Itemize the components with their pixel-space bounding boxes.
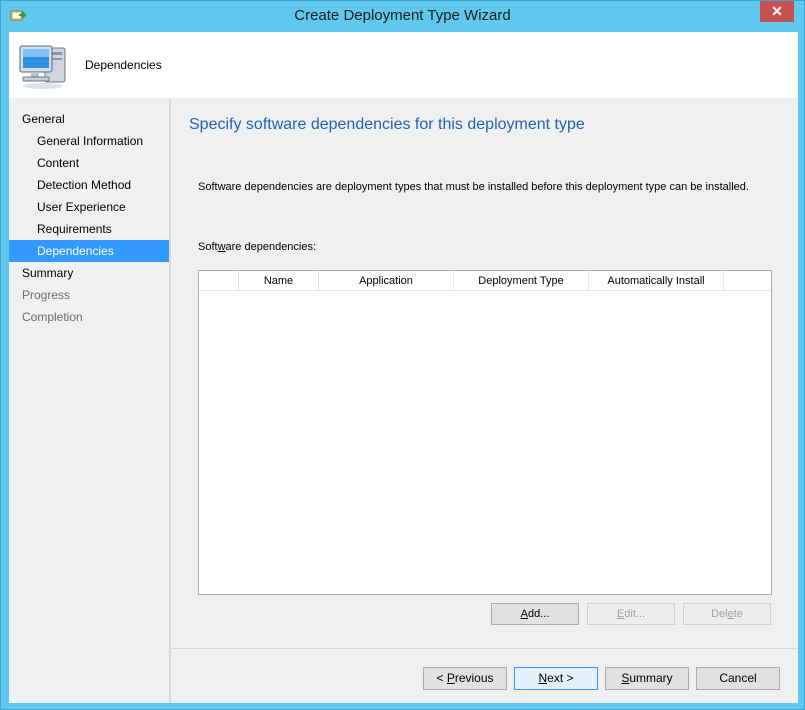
column-header-name[interactable]: Name bbox=[239, 271, 319, 291]
dependencies-list[interactable]: Name Application Deployment Type Automat… bbox=[198, 270, 772, 595]
next-button[interactable]: Next > bbox=[514, 667, 598, 690]
nav-item-dependencies[interactable]: Dependencies bbox=[9, 240, 169, 262]
computer-icon bbox=[19, 45, 66, 89]
nav-item-requirements[interactable]: Requirements bbox=[9, 218, 169, 240]
wizard-window: Create Deployment Type Wizard ✕ Dependen… bbox=[0, 0, 805, 710]
nav-item-detection-method[interactable]: Detection Method bbox=[9, 174, 169, 196]
column-header-filler bbox=[724, 271, 771, 291]
column-header-blank[interactable] bbox=[199, 271, 239, 291]
edit-button: Edit... bbox=[587, 603, 675, 625]
nav-item-summary[interactable]: Summary bbox=[9, 262, 169, 284]
main-panel: Specify software dependencies for this d… bbox=[171, 98, 798, 703]
column-header-automatically-install[interactable]: Automatically Install bbox=[589, 271, 724, 291]
list-header: Name Application Deployment Type Automat… bbox=[199, 271, 771, 291]
cancel-button[interactable]: Cancel bbox=[696, 667, 780, 690]
window-title: Create Deployment Type Wizard bbox=[294, 7, 511, 24]
nav-item-content[interactable]: Content bbox=[9, 152, 169, 174]
column-header-application[interactable]: Application bbox=[319, 271, 454, 291]
dependencies-label: Software dependencies: bbox=[198, 241, 317, 253]
footer-divider bbox=[171, 648, 798, 649]
nav-item-general[interactable]: General bbox=[9, 108, 169, 130]
close-icon: ✕ bbox=[771, 3, 783, 19]
nav-item-user-experience[interactable]: User Experience bbox=[9, 196, 169, 218]
wizard-nav: General General Information Content Dete… bbox=[9, 98, 169, 703]
page-heading: Specify software dependencies for this d… bbox=[189, 116, 585, 133]
nav-item-progress: Progress bbox=[22, 288, 71, 302]
close-button[interactable]: ✕ bbox=[760, 1, 794, 22]
wizard-header: Dependencies bbox=[9, 32, 798, 98]
add-button[interactable]: Add... bbox=[491, 603, 579, 625]
delete-button: Delete bbox=[683, 603, 771, 625]
nav-item-completion: Completion bbox=[22, 310, 83, 324]
column-header-deployment-type[interactable]: Deployment Type bbox=[454, 271, 589, 291]
previous-button[interactable]: < Previous bbox=[423, 667, 507, 690]
client-area: Dependencies General General Information… bbox=[9, 32, 798, 703]
summary-button[interactable]: Summary bbox=[605, 667, 689, 690]
nav-item-general-information[interactable]: General Information bbox=[9, 130, 169, 152]
page-description: Software dependencies are deployment typ… bbox=[198, 181, 749, 193]
header-title: Dependencies bbox=[85, 58, 162, 72]
title-bar[interactable]: Create Deployment Type Wizard ✕ bbox=[1, 1, 804, 32]
